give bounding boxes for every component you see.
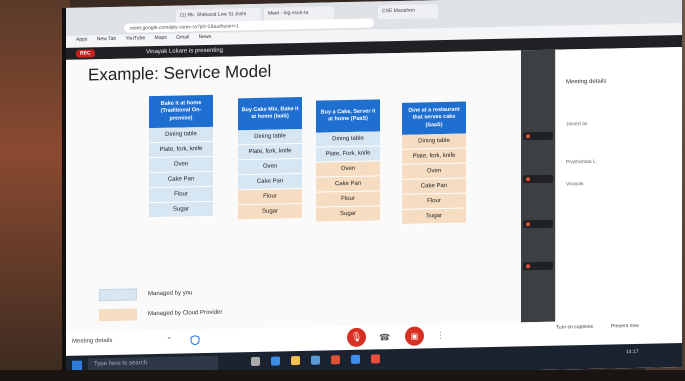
edge-icon[interactable]	[271, 356, 280, 366]
table-cell: Flour	[149, 186, 213, 204]
hangup-icon[interactable]: ☎	[379, 332, 390, 343]
bookmark-youtube[interactable]: YouTube	[125, 35, 145, 41]
panel-title: Meeting details	[566, 78, 607, 86]
participant-tile[interactable]	[523, 174, 553, 184]
avatar	[526, 222, 530, 227]
avatar	[526, 134, 530, 139]
presentation-slide: Example: Service Model Bake it at home (…	[66, 50, 521, 367]
participant-tile[interactable]	[523, 261, 553, 271]
legend-swatch-you	[99, 288, 137, 302]
bookmark-apps[interactable]: Apps	[76, 36, 87, 42]
shield-icon[interactable]	[190, 335, 200, 346]
column-header: Buy a Cake, Server it at home (PaaS)	[316, 99, 380, 133]
legend-swatch-cloud	[99, 308, 137, 322]
browser-tabbar: (1) Rk- Shekand Live St Joshi Meet - hig…	[66, 0, 682, 36]
column-saas: Dine at a restaurant that serves cake (S…	[402, 101, 466, 225]
panel-line: Prashantaa L	[566, 158, 596, 166]
legend-label-cloud: Managed by Cloud Provider	[148, 309, 223, 318]
panel-line: Vinayak	[566, 181, 584, 188]
table-cell: Cake Pan	[316, 176, 380, 193]
table-cell: Flour	[316, 191, 380, 208]
table-cell: Oven	[238, 158, 302, 176]
taskbar-clock[interactable]: 14:17	[626, 349, 639, 355]
meeting-details-panel: Meeting details Joined as Prashantaa L V…	[555, 46, 682, 322]
column-paas: Buy a Cake, Server it at home (PaaS) Din…	[316, 99, 380, 223]
table-cell: Plate, fork, knife	[149, 141, 213, 159]
more-options-icon[interactable]: ⋮	[436, 330, 445, 341]
table-cell: Flour	[402, 193, 466, 210]
app-icon[interactable]	[371, 354, 380, 364]
photo-frame: (1) Rk- Shekand Live St Joshi Meet - hig…	[0, 0, 685, 381]
store-icon[interactable]	[311, 355, 320, 365]
table-cell: Plate, fork, knife	[238, 143, 302, 161]
chevron-up-icon[interactable]: ⌃	[166, 336, 173, 345]
participant-tile[interactable]	[523, 219, 553, 229]
app-icon[interactable]	[331, 355, 340, 365]
task-view-icon[interactable]	[251, 356, 260, 367]
column-iaas: Buy Cake Mix, Bake it at home (IaaS) Din…	[238, 96, 302, 221]
table-cell: Oven	[402, 163, 466, 180]
captions-button[interactable]: Turn on captions	[556, 324, 593, 331]
column-header: Buy Cake Mix, Bake it at home (IaaS)	[238, 96, 302, 131]
column-header: Dine at a restaurant that serves cake (S…	[402, 101, 466, 135]
table-cell: Oven	[149, 156, 213, 174]
file-explorer-icon[interactable]	[291, 356, 300, 366]
table-cell: Dining table	[402, 133, 466, 150]
table-cell: Plate, fork, knife	[402, 148, 466, 165]
avatar	[526, 177, 530, 182]
legend-label-you: Managed by you	[148, 290, 193, 298]
address-bar[interactable]: meet.google.com/qky-xsmx-ra?pli=1&authus…	[124, 18, 374, 33]
recording-badge: REC	[76, 49, 95, 58]
table-cell: Dining table	[238, 128, 302, 146]
browser-tab-3[interactable]: CSE Marathon	[378, 4, 438, 20]
table-cell: Flour	[238, 188, 302, 206]
table-cell: Dining table	[149, 126, 213, 144]
table-cell: Sugar	[316, 206, 380, 223]
avatar	[526, 264, 530, 269]
table-cell: Oven	[316, 161, 380, 178]
table-cell: Cake Pan	[402, 178, 466, 195]
laptop-screen: (1) Rk- Shekand Live St Joshi Meet - hig…	[62, 0, 682, 381]
column-on-premise: Bake it at home (Traditional On-premise)…	[149, 94, 213, 219]
meeting-details-button[interactable]: Meeting details	[72, 338, 112, 345]
bookmark-gmail[interactable]: Gmail	[176, 34, 189, 40]
table-cell: Cake Pan	[238, 173, 302, 191]
panel-line: Joined as	[566, 120, 588, 128]
bookmark-new-tab[interactable]: New Tab	[97, 36, 116, 42]
table-cell: Plate, Fork, knife	[316, 146, 380, 163]
bookmark-maps[interactable]: Maps	[155, 35, 167, 41]
room-background-left	[0, 0, 70, 381]
table-cell: Cake Pan	[149, 171, 213, 189]
table-cell: Sugar	[402, 208, 466, 225]
slide-title: Example: Service Model	[88, 61, 272, 85]
table-cell: Sugar	[149, 201, 213, 219]
table-cell: Dining table	[316, 131, 380, 148]
laptop-bezel	[0, 370, 685, 381]
participant-strip	[521, 49, 555, 323]
column-header: Bake it at home (Traditional On-premise)	[149, 94, 213, 129]
present-now-button[interactable]: Present now	[611, 323, 639, 330]
table-cell: Sugar	[238, 203, 302, 221]
participant-tile[interactable]	[523, 131, 553, 141]
bookmark-news[interactable]: News	[199, 34, 212, 40]
chrome-icon[interactable]	[351, 354, 360, 364]
